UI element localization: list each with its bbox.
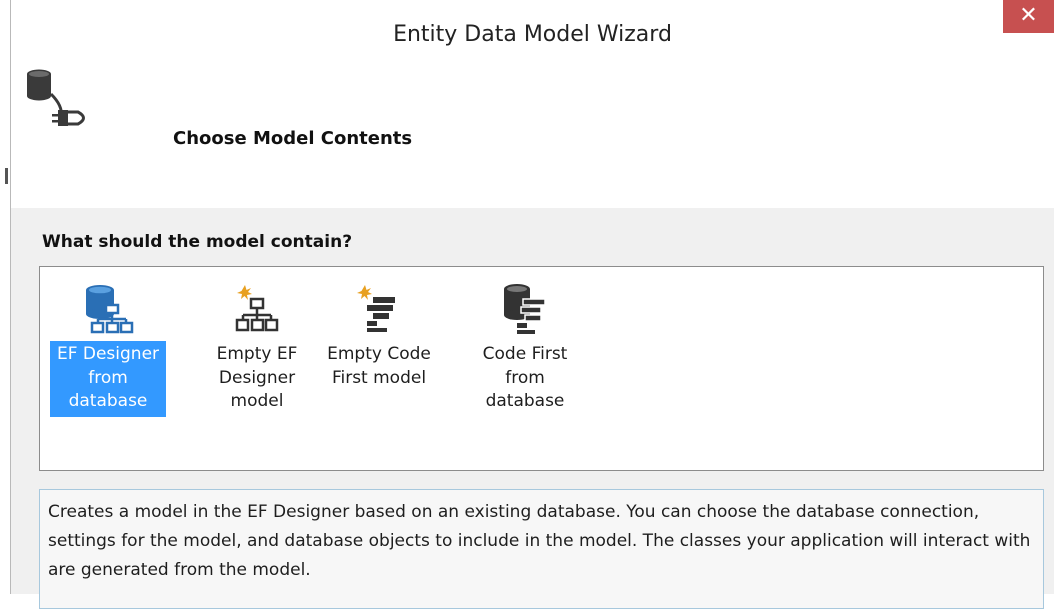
wizard-window: Entity Data Model Wizard ✕ Choose Model … [11,0,1054,609]
empty-code-first-icon [316,273,442,337]
ef-designer-database-icon [45,273,171,337]
choice-label: Empty Code First model [327,344,431,388]
database-plug-icon [23,66,103,130]
window-title: Entity Data Model Wizard [393,22,672,47]
choice-empty-ef-designer[interactable]: Empty EF Designer model [194,273,320,417]
close-button[interactable]: ✕ [1003,0,1054,33]
choice-label: EF Designer from database [50,341,166,417]
choice-ef-designer-from-database[interactable]: EF Designer from database [45,273,171,417]
section-question: What should the model contain? [42,232,353,252]
choice-code-first-from-database[interactable]: Code First from database [462,273,588,417]
code-first-database-icon [462,273,588,337]
header-panel: Choose Model Contents [11,60,1054,208]
empty-ef-designer-icon [194,273,320,337]
choice-label: Code First from database [482,344,568,411]
choice-empty-code-first[interactable]: Empty Code First model [316,273,442,393]
model-contents-list[interactable]: EF Designer from database Empty EF Desig… [39,266,1044,471]
background-window-edge [0,0,10,594]
page-title: Choose Model Contents [173,128,413,149]
choice-description: Creates a model in the EF Designer based… [39,489,1044,609]
choice-label: Empty EF Designer model [216,344,298,411]
background-window-mark [5,168,8,184]
